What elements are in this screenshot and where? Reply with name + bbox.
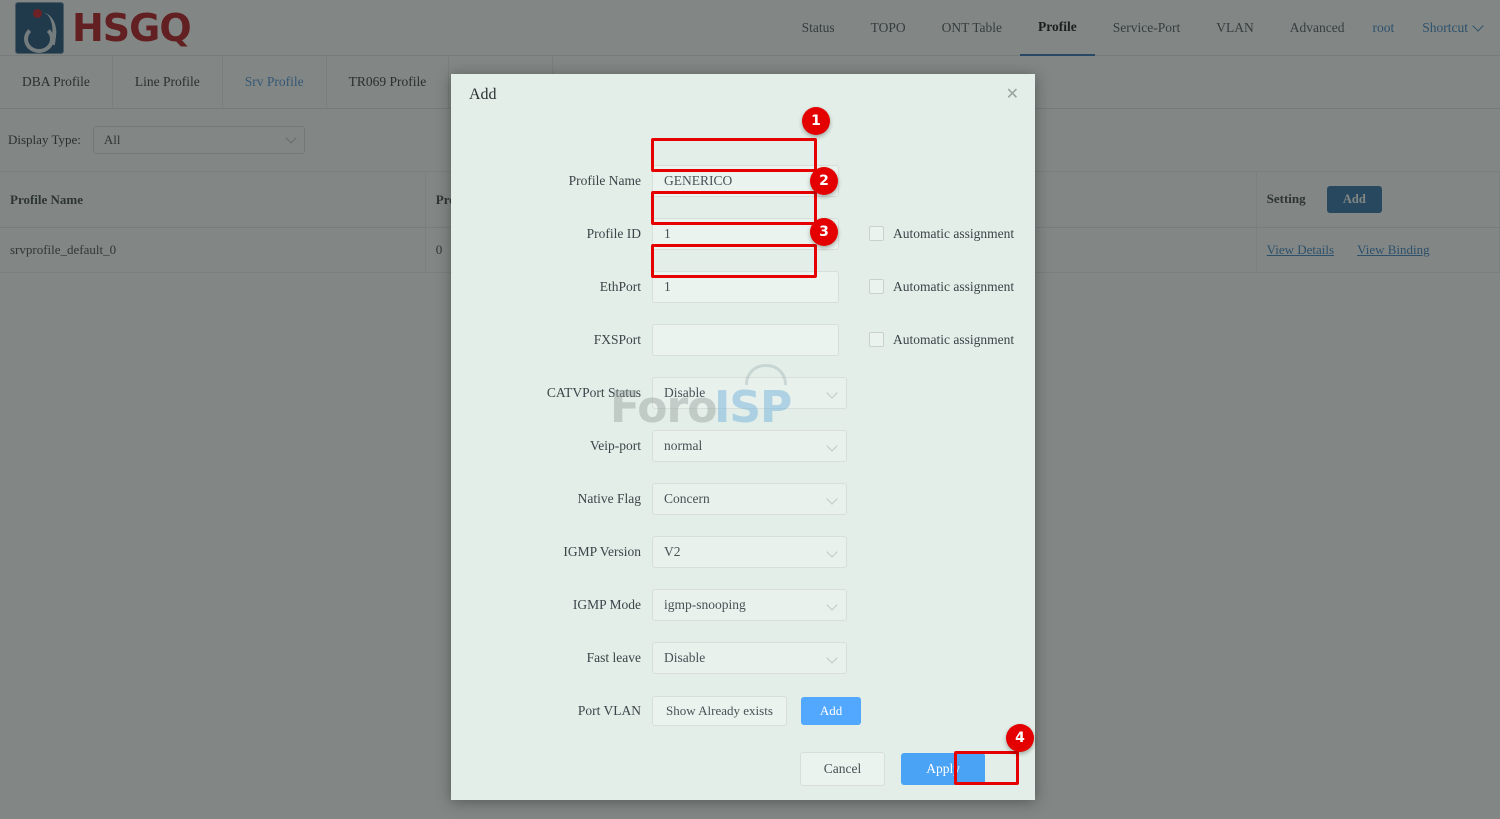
chevron-down-icon bbox=[826, 651, 838, 664]
igmp-version-select[interactable]: V2 bbox=[652, 535, 847, 568]
profile-id-value: 1 bbox=[664, 225, 671, 241]
igmp-version-value: V2 bbox=[664, 543, 681, 559]
profile-id-label: Profile ID bbox=[586, 225, 641, 241]
checkbox-icon[interactable] bbox=[869, 226, 884, 241]
native-flag-select[interactable]: Concern bbox=[652, 482, 847, 515]
profile-id-auto-assign[interactable]: Automatic assignment bbox=[869, 226, 1014, 242]
veip-port-label: Veip-port bbox=[590, 437, 641, 453]
field-row-profile-id: Profile ID 1 Automatic assignment bbox=[451, 207, 1035, 260]
eth-port-input[interactable]: 1 bbox=[652, 270, 839, 303]
fast-leave-label: Fast leave bbox=[586, 649, 641, 665]
catv-port-status-value: Disable bbox=[664, 384, 706, 400]
field-row-catv-port-status: CATVPort Status Disable bbox=[451, 366, 1035, 419]
fxs-port-auto-assign[interactable]: Automatic assignment bbox=[869, 332, 1014, 348]
igmp-mode-select[interactable]: igmp-snooping bbox=[652, 588, 847, 621]
port-vlan-label: Port VLAN bbox=[577, 702, 641, 718]
fxs-port-label: FXSPort bbox=[593, 331, 641, 347]
apply-button[interactable]: Apply bbox=[901, 753, 985, 785]
eth-port-auto-assign-label: Automatic assignment bbox=[893, 278, 1015, 294]
port-vlan-show-button[interactable]: Show Already exists bbox=[652, 695, 787, 726]
fxs-port-input[interactable] bbox=[652, 323, 839, 356]
chevron-down-icon bbox=[826, 598, 838, 611]
chevron-down-icon bbox=[826, 439, 838, 452]
field-row-port-vlan: Port VLAN Show Already exists Add bbox=[451, 684, 1035, 737]
profile-name-value: GENERICO bbox=[664, 172, 733, 188]
annotation-badge-1: 1 bbox=[802, 107, 830, 135]
chevron-down-icon bbox=[826, 492, 838, 505]
dialog-header: Add ✕ bbox=[451, 74, 1035, 120]
native-flag-label: Native Flag bbox=[577, 490, 641, 506]
dialog-title: Add bbox=[469, 86, 497, 103]
chevron-down-icon bbox=[826, 545, 838, 558]
native-flag-value: Concern bbox=[664, 490, 710, 506]
field-row-eth-port: EthPort 1 Automatic assignment bbox=[451, 260, 1035, 313]
catv-port-status-select[interactable]: Disable bbox=[652, 376, 847, 409]
annotation-badge-4: 4 bbox=[1006, 724, 1034, 752]
igmp-mode-label: IGMP Mode bbox=[572, 596, 641, 612]
veip-port-value: normal bbox=[664, 437, 703, 453]
field-row-fast-leave: Fast leave Disable bbox=[451, 631, 1035, 684]
profile-id-auto-assign-label: Automatic assignment bbox=[893, 225, 1015, 241]
profile-name-label: Profile Name bbox=[568, 172, 641, 188]
dialog-footer: Cancel Apply bbox=[451, 752, 1035, 786]
annotation-badge-2: 2 bbox=[810, 167, 838, 195]
field-row-igmp-version: IGMP Version V2 bbox=[451, 525, 1035, 578]
field-row-native-flag: Native Flag Concern bbox=[451, 472, 1035, 525]
field-row-veip-port: Veip-port normal bbox=[451, 419, 1035, 472]
fxs-port-auto-assign-label: Automatic assignment bbox=[893, 331, 1015, 347]
eth-port-value: 1 bbox=[664, 278, 671, 294]
chevron-down-icon bbox=[826, 386, 838, 399]
eth-port-label: EthPort bbox=[599, 278, 641, 294]
cancel-button[interactable]: Cancel bbox=[799, 752, 886, 786]
close-icon[interactable]: ✕ bbox=[1006, 87, 1019, 103]
fast-leave-select[interactable]: Disable bbox=[652, 641, 847, 674]
port-vlan-add-button[interactable]: Add bbox=[800, 696, 862, 725]
veip-port-select[interactable]: normal bbox=[652, 429, 847, 462]
checkbox-icon[interactable] bbox=[869, 279, 884, 294]
add-srv-profile-dialog: Add ✕ Profile Name GENERICO Profile ID 1… bbox=[451, 74, 1035, 800]
fast-leave-value: Disable bbox=[664, 649, 706, 665]
igmp-version-label: IGMP Version bbox=[563, 543, 641, 559]
field-row-igmp-mode: IGMP Mode igmp-snooping bbox=[451, 578, 1035, 631]
catv-port-status-label: CATVPort Status bbox=[546, 384, 641, 400]
igmp-mode-value: igmp-snooping bbox=[664, 596, 746, 612]
field-row-profile-name: Profile Name GENERICO bbox=[451, 154, 1035, 207]
eth-port-auto-assign[interactable]: Automatic assignment bbox=[869, 279, 1014, 295]
annotation-badge-3: 3 bbox=[810, 218, 838, 246]
checkbox-icon[interactable] bbox=[869, 332, 884, 347]
field-row-fxs-port: FXSPort Automatic assignment bbox=[451, 313, 1035, 366]
